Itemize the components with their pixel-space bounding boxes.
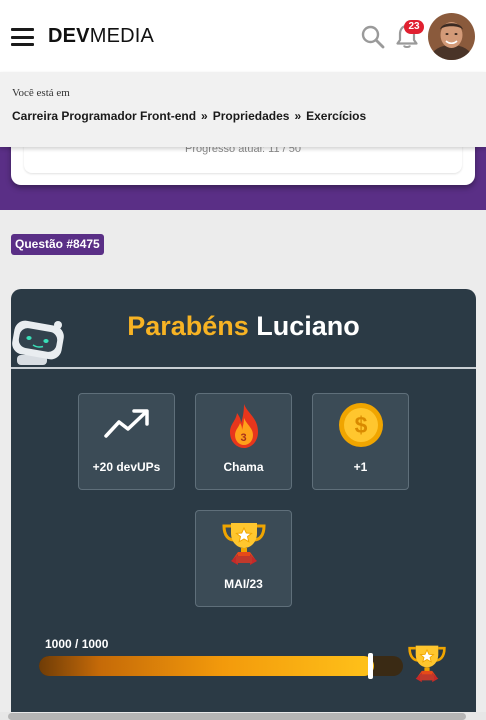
trophy-icon [221,521,267,569]
breadcrumb-separator: » [201,109,208,123]
devmedia-logo[interactable]: DEVMEDIA [48,25,154,48]
top-navbar: DEVMEDIA 23 [0,0,486,72]
reward-label: MAI/23 [224,577,263,591]
breadcrumb-item-exercises[interactable]: Exercícios [306,109,366,123]
horizontal-scrollbar[interactable] [0,712,486,720]
breadcrumb-caption: Você está em [12,87,70,99]
breadcrumb-item-career[interactable]: Carreira Programador Front-end [12,109,196,123]
svg-text:$: $ [354,412,367,438]
xp-progress-marker [368,653,373,679]
search-icon[interactable] [360,24,386,50]
reward-devups: +20 devUPs [78,393,175,490]
reward-label: Chama [223,460,264,474]
question-badge: Questão #8475 [11,234,104,255]
reward-trophy: MAI/23 [195,510,292,607]
breadcrumb-item-properties[interactable]: Propriedades [213,109,290,123]
congrats-title: Parabéns Luciano [11,311,476,342]
xp-progress-fill [39,656,374,676]
coin-icon: $ [338,402,384,452]
congrats-word: Parabéns [127,311,249,341]
reward-flame: 3 Chama [195,393,292,490]
scrollbar-thumb[interactable] [8,713,466,720]
flame-count: 3 [240,432,247,444]
avatar[interactable] [428,13,475,60]
reward-label: +20 devUPs [92,460,161,474]
reward-label: +1 [353,460,368,474]
breadcrumb: Você está em Carreira Programador Front-… [0,72,486,147]
breadcrumb-separator: » [294,109,302,123]
flame-icon [224,402,264,454]
trending-up-icon [103,406,150,444]
congrats-card: Parabéns Luciano +20 devUPs 3 Chama $ +1… [11,289,476,720]
xp-progress-label: 1000 / 1000 [45,637,109,651]
menu-icon[interactable] [11,28,34,46]
divider [11,367,476,369]
xp-progress-bar [39,656,403,676]
breadcrumb-trail: Carreira Programador Front-end » Proprieda… [12,109,366,123]
xp-trophy-icon [407,643,447,687]
notification-badge[interactable]: 23 [404,20,424,34]
user-name: Luciano [256,311,360,341]
reward-coin: $ +1 [312,393,409,490]
